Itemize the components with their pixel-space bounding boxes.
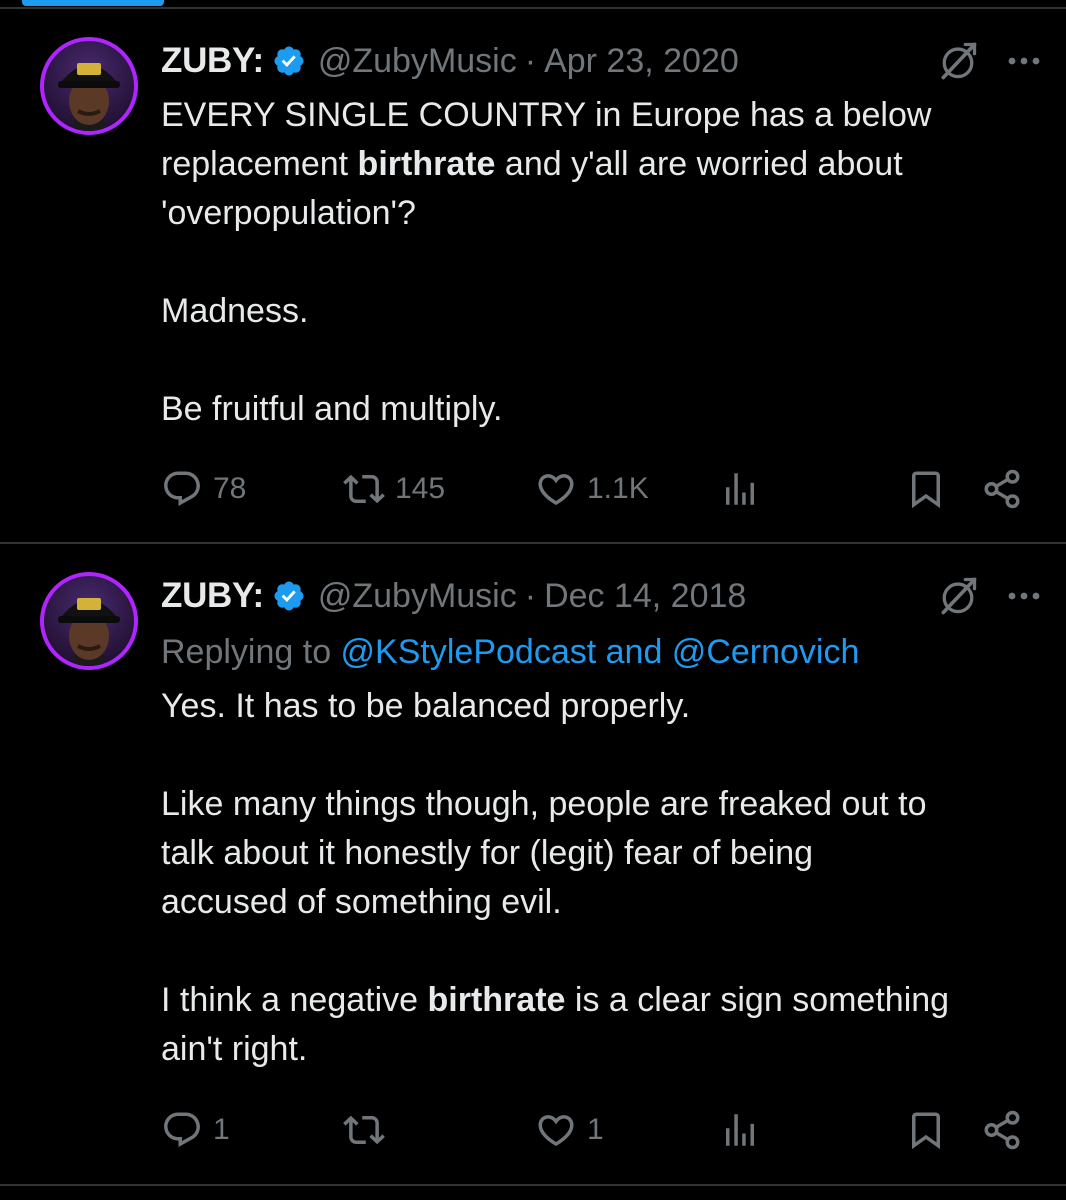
reply-count: 1: [213, 1113, 230, 1146]
like-icon: [538, 474, 574, 506]
user-handle[interactable]: @ZubyMusic: [318, 577, 517, 616]
avatar-image: [58, 63, 120, 131]
reply-button[interactable]: 78: [161, 464, 246, 514]
tweet-line: Like many things though, people are frea…: [161, 785, 927, 823]
tweet-date[interactable]: Apr 23, 2020: [544, 42, 739, 81]
verified-badge-icon: [274, 581, 304, 611]
tweet-paragraph: Yes. It has to be balanced properly.: [161, 687, 691, 725]
avatar[interactable]: [40, 37, 138, 135]
tweet-line: talk about it honestly for (legit) fear …: [161, 834, 814, 872]
tweet[interactable]: ZUBY: @ZubyMusic · Apr 23, 2020 EVERY SI…: [0, 9, 1066, 542]
active-tab-indicator: [22, 0, 164, 6]
like-button[interactable]: 1: [535, 1105, 604, 1155]
action-bar: 78 145 1.1K: [161, 464, 1026, 514]
replying-to-prefix: Replying to: [161, 633, 341, 671]
like-count: 1: [587, 1113, 604, 1146]
like-count: 1.1K: [587, 472, 649, 505]
tweet-divider: [0, 1184, 1066, 1186]
replying-to: Replying to @KStylePodcast and @Cernovic…: [161, 630, 859, 674]
tweet-line: ain't right.: [161, 1030, 308, 1068]
grok-icon[interactable]: [936, 574, 980, 618]
display-name[interactable]: ZUBY:: [161, 41, 264, 81]
views-icon: [726, 1114, 754, 1146]
highlighted-term: birthrate: [357, 145, 496, 183]
views-button[interactable]: [719, 1105, 761, 1155]
action-bar: 1 1: [161, 1105, 1026, 1155]
tweet-paragraph: Be fruitful and multiply.: [161, 390, 503, 428]
replying-to-users-link[interactable]: @KStylePodcast and @Cernovich: [341, 633, 860, 671]
separator-dot: ·: [524, 576, 537, 615]
display-name[interactable]: ZUBY:: [161, 576, 264, 616]
retweet-count: 145: [395, 472, 446, 505]
retweet-button[interactable]: 145: [343, 464, 445, 514]
share-button[interactable]: [981, 1105, 1023, 1155]
tweet[interactable]: ZUBY: @ZubyMusic · Dec 14, 2018 Replying…: [0, 544, 1066, 1184]
bookmark-icon: [912, 1112, 940, 1150]
bookmark-button[interactable]: [905, 1105, 947, 1155]
bookmark-button[interactable]: [905, 464, 947, 514]
share-icon: [984, 1110, 1020, 1150]
more-icon[interactable]: [1006, 55, 1042, 67]
like-icon: [538, 1115, 574, 1147]
separator-dot: ·: [524, 41, 537, 80]
avatar-image: [58, 598, 120, 666]
tweet-text: EVERY SINGLE COUNTRY in Europe has a bel…: [161, 91, 1026, 434]
tweet-line: replacement birthrate and y'all are worr…: [161, 145, 903, 183]
retweet-icon: [343, 474, 385, 504]
like-button[interactable]: 1.1K: [535, 464, 649, 514]
tweet-line: accused of something evil.: [161, 883, 562, 921]
tweet-line: 'overpopulation'?: [161, 194, 416, 232]
views-button[interactable]: [719, 464, 761, 514]
retweet-icon: [343, 1115, 385, 1145]
bookmark-icon: [912, 471, 940, 509]
user-handle[interactable]: @ZubyMusic: [318, 42, 517, 81]
grok-icon[interactable]: [936, 39, 980, 83]
share-icon: [984, 469, 1020, 509]
verified-badge-icon: [274, 46, 304, 76]
reply-count: 78: [213, 472, 247, 505]
tweet-paragraph: Madness.: [161, 292, 309, 330]
views-icon: [726, 473, 754, 505]
tweet-line: EVERY SINGLE COUNTRY in Europe has a bel…: [161, 96, 932, 134]
retweet-button[interactable]: [343, 1105, 395, 1155]
tweet-text: Yes. It has to be balanced properly. Lik…: [161, 682, 1026, 1074]
tweet-line: I think a negative birthrate is a clear …: [161, 981, 950, 1019]
avatar[interactable]: [40, 572, 138, 670]
tweet-header: ZUBY: @ZubyMusic · Dec 14, 2018: [161, 574, 1046, 618]
reply-icon: [164, 1112, 200, 1147]
reply-button[interactable]: 1: [161, 1105, 230, 1155]
reply-icon: [164, 471, 200, 506]
tweet-header: ZUBY: @ZubyMusic · Apr 23, 2020: [161, 39, 1046, 83]
tweet-date[interactable]: Dec 14, 2018: [544, 577, 746, 616]
more-icon[interactable]: [1006, 590, 1042, 602]
highlighted-term: birthrate: [427, 981, 566, 1019]
share-button[interactable]: [981, 464, 1023, 514]
